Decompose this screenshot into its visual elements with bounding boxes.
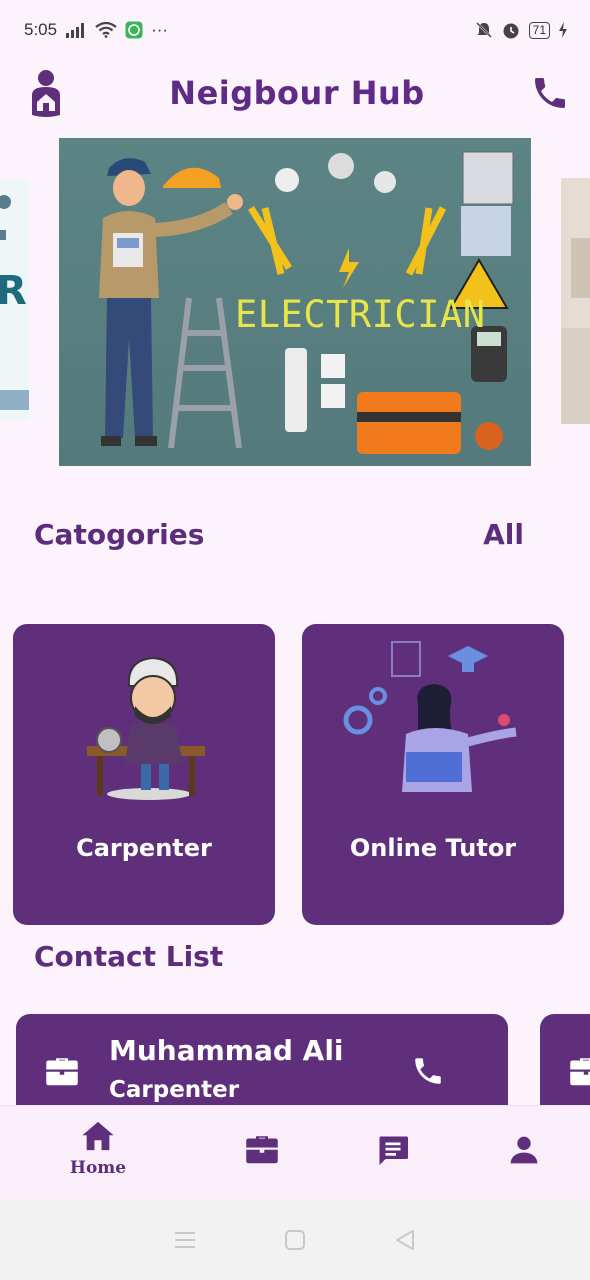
home-icon <box>81 1120 115 1152</box>
banner-title: ELECTRICIAN <box>235 293 486 336</box>
wifi-icon <box>95 22 117 38</box>
nav-services[interactable] <box>212 1106 312 1201</box>
tutor-illustration-icon <box>302 624 564 824</box>
recent-apps-icon[interactable] <box>170 1225 200 1255</box>
briefcase-icon <box>44 1056 80 1086</box>
briefcase-icon <box>568 1056 590 1086</box>
category-card-online-tutor[interactable]: Online Tutor <box>302 624 564 925</box>
house-person-logo-icon[interactable] <box>28 69 64 117</box>
electrician-banner[interactable]: ELECTRICIAN <box>59 138 531 466</box>
alarm-icon <box>501 20 521 40</box>
category-label: Online Tutor <box>349 834 517 862</box>
bottom-navigation: Home <box>0 1105 590 1200</box>
back-button-icon[interactable] <box>390 1225 420 1255</box>
status-bar: 5:05 ··· 71 <box>0 0 590 60</box>
banner-carousel[interactable]: R ELECTRICIAN <box>0 138 590 468</box>
banner-next-peek[interactable] <box>561 178 590 424</box>
categories-title: Catogories <box>34 518 205 551</box>
nav-profile[interactable] <box>474 1106 574 1201</box>
categories-header: Catogories All <box>34 518 524 551</box>
mute-bell-icon <box>475 21 493 39</box>
phone-icon[interactable] <box>411 1054 445 1088</box>
nav-messages[interactable] <box>343 1106 443 1201</box>
see-all-link[interactable]: All <box>483 518 524 551</box>
briefcase-icon <box>244 1134 280 1164</box>
banner-prev-peek[interactable]: R <box>0 180 29 420</box>
more-notifications: ··· <box>151 20 169 39</box>
person-icon <box>508 1134 540 1166</box>
phone-icon[interactable] <box>530 73 570 113</box>
battery-indicator: 71 <box>528 21 550 39</box>
contacts-header: Contact List <box>34 940 524 973</box>
category-label: Carpenter <box>76 834 212 862</box>
signal-icon <box>65 22 87 38</box>
contact-role: Carpenter <box>109 1077 240 1103</box>
banner-prev-text: R <box>0 268 27 314</box>
contact-name: Muhammad Ali <box>109 1034 344 1067</box>
charging-icon <box>558 22 568 38</box>
whatsapp-icon <box>125 21 143 39</box>
category-card-carpenter[interactable]: Carpenter <box>13 624 275 925</box>
chat-icon <box>375 1132 411 1168</box>
ladder <box>168 297 242 449</box>
nav-home[interactable]: Home <box>48 1106 148 1201</box>
system-navigation-bar <box>0 1200 590 1280</box>
carpenter-illustration-icon <box>13 624 275 824</box>
contacts-title: Contact List <box>34 940 224 973</box>
home-button-icon[interactable] <box>280 1225 310 1255</box>
app-header: Neigbour Hub <box>0 60 590 126</box>
nav-home-label: Home <box>69 1158 127 1178</box>
app-title: Neigbour Hub <box>169 74 425 112</box>
status-time: 5:05 <box>24 20 58 39</box>
